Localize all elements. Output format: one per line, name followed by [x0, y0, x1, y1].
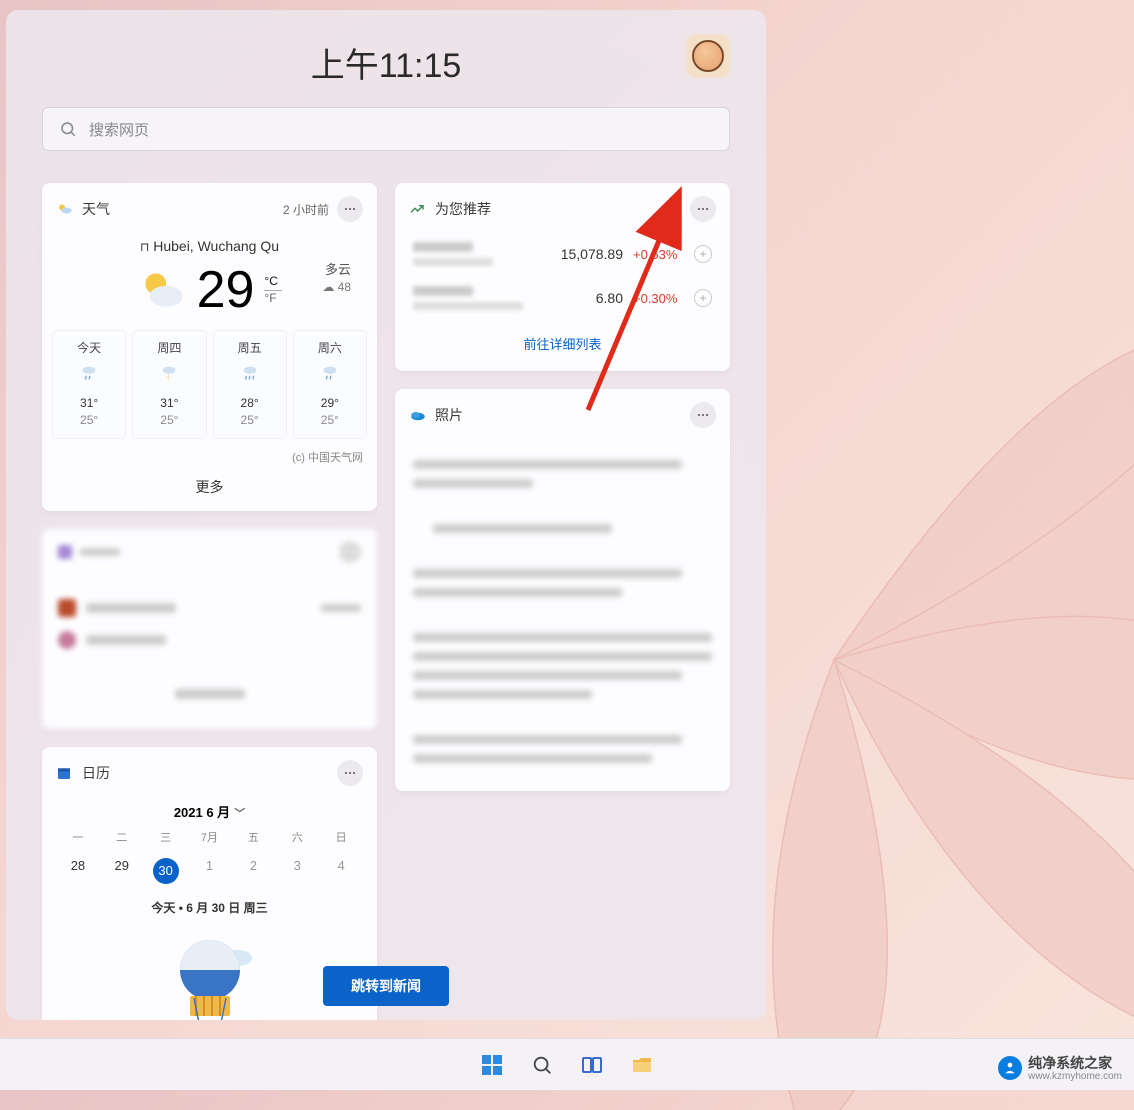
- recommend-widget[interactable]: 为您推荐 15,078.89 +0.53% + 6.80 +0.30%: [395, 183, 730, 371]
- cal-day[interactable]: 4: [319, 853, 363, 889]
- search-icon: [59, 120, 77, 138]
- stock-row[interactable]: 15,078.89 +0.53% +: [395, 232, 730, 276]
- more-icon: [696, 202, 710, 216]
- weather-more-button[interactable]: [337, 196, 363, 222]
- forecast-day[interactable]: 周四 31° 25°: [132, 330, 206, 439]
- user-avatar[interactable]: [686, 34, 730, 78]
- weather-icon: [56, 200, 74, 218]
- rain-icon: [319, 362, 341, 384]
- cal-day[interactable]: 28: [56, 853, 100, 889]
- calendar-month-picker[interactable]: 2021 6 月﹀: [42, 796, 377, 825]
- add-stock-button[interactable]: +: [694, 245, 712, 263]
- weather-attribution: (c) 中国天气网: [42, 447, 377, 469]
- calendar-grid: 一 二 三 7月 五 六 日 28 29 30 1 2 3 4: [42, 825, 377, 889]
- taskbar-search-button[interactable]: [528, 1051, 556, 1079]
- recommend-more-button[interactable]: [690, 196, 716, 222]
- photos-widget[interactable]: 照片: [395, 389, 730, 791]
- clock: 上午11:15: [311, 38, 462, 87]
- more-icon: [343, 202, 357, 216]
- weather-more-link[interactable]: 更多: [42, 469, 377, 511]
- weather-updated: 2 小时前: [283, 201, 329, 218]
- task-view-button[interactable]: [578, 1051, 606, 1079]
- add-stock-button[interactable]: +: [694, 289, 712, 307]
- weather-widget[interactable]: 天气 2 小时前 ⊓ Hubei, Wuchang Qu 29: [42, 183, 377, 511]
- rain-icon: [239, 362, 261, 384]
- rain-icon: [78, 362, 100, 384]
- calendar-title: 日历: [82, 763, 110, 783]
- panel-header: 上午11:15: [42, 38, 730, 87]
- more-icon: [696, 408, 710, 422]
- file-explorer-button[interactable]: [628, 1051, 656, 1079]
- forecast-day[interactable]: 周六 29° 25°: [293, 330, 367, 439]
- search-input[interactable]: 搜索网页: [42, 107, 730, 151]
- cal-day-today[interactable]: 30: [144, 853, 188, 889]
- photos-content: [395, 438, 730, 791]
- photos-more-button[interactable]: [690, 402, 716, 428]
- recommend-details-link[interactable]: 前往详细列表: [395, 320, 730, 371]
- stock-row[interactable]: 6.80 +0.30% +: [395, 276, 730, 320]
- more-icon: [343, 766, 357, 780]
- storm-icon: [158, 362, 180, 384]
- watermark-badge-icon: [998, 1056, 1022, 1080]
- weather-condition: 多云 ☁ 48: [322, 261, 351, 296]
- forecast-day[interactable]: 今天 31° 25°: [52, 330, 126, 439]
- sun-cloud-icon: [137, 265, 187, 315]
- widgets-panel: 上午11:15 搜索网页 天气 2 小时前: [6, 10, 766, 1020]
- watermark: 纯净系统之家 www.kzmyhome.com: [998, 1053, 1122, 1082]
- onedrive-icon: [409, 406, 427, 424]
- sports-widget[interactable]: [42, 529, 377, 729]
- cal-day[interactable]: 2: [231, 853, 275, 889]
- forecast-day[interactable]: 周五 28° 25°: [213, 330, 287, 439]
- cal-day[interactable]: 29: [100, 853, 144, 889]
- taskbar: [0, 1038, 1134, 1090]
- weather-title: 天气: [82, 199, 110, 219]
- trend-icon: [409, 200, 427, 218]
- chevron-down-icon: ﹀: [234, 808, 245, 820]
- calendar-today-label: 今天 • 6 月 30 日 周三: [42, 889, 377, 928]
- calendar-more-button[interactable]: [337, 760, 363, 786]
- search-placeholder: 搜索网页: [89, 119, 149, 140]
- recommend-title: 为您推荐: [435, 199, 491, 219]
- cal-day[interactable]: 1: [188, 853, 232, 889]
- cal-day[interactable]: 3: [275, 853, 319, 889]
- photos-title: 照片: [435, 405, 463, 425]
- start-button[interactable]: [478, 1051, 506, 1079]
- jump-to-news-button[interactable]: 跳转到新闻: [323, 966, 449, 1006]
- calendar-icon: [56, 764, 74, 782]
- weather-forecast: 今天 31° 25° 周四 31° 25° 周五 28°: [42, 330, 377, 447]
- weather-location: ⊓ Hubei, Wuchang Qu: [42, 232, 377, 254]
